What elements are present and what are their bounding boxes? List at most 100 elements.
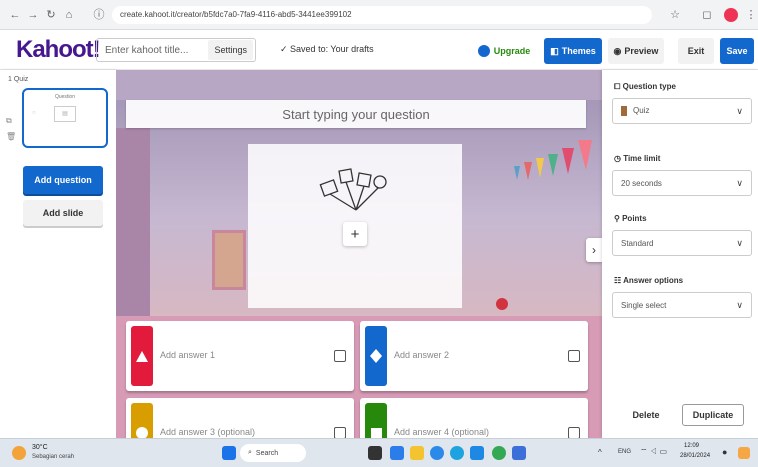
- browser-icon[interactable]: [450, 446, 464, 460]
- duplicate-button[interactable]: Duplicate: [682, 404, 744, 426]
- chevron-down-icon: ∨: [736, 105, 743, 116]
- room-board: [212, 230, 246, 290]
- kahoot-header: Kahoot! Enter kahoot title... Settings ✓…: [0, 30, 758, 70]
- add-question-button[interactable]: Add question: [23, 166, 103, 194]
- clock-icon: ◷: [614, 154, 624, 163]
- answer-options-icon: ☷: [614, 276, 624, 285]
- tray-chevron-icon[interactable]: ^: [598, 448, 602, 457]
- profile-avatar[interactable]: [724, 8, 738, 22]
- preview-button[interactable]: ◉ Preview: [608, 38, 664, 64]
- check-icon: ✓: [280, 44, 291, 54]
- reload-icon[interactable]: ↻: [44, 8, 58, 22]
- answer-image-icon[interactable]: [334, 350, 346, 362]
- points-select[interactable]: Standard ∨: [612, 230, 752, 256]
- answer-option-4[interactable]: Add answer 4 (optional): [360, 398, 588, 438]
- upgrade-button[interactable]: Upgrade: [474, 38, 534, 64]
- points-label: ⚲ Points: [614, 214, 647, 223]
- collapse-panel-button[interactable]: ›: [586, 238, 602, 262]
- add-slide-button[interactable]: Add slide: [23, 200, 103, 226]
- preview-icon: ◉: [613, 45, 622, 56]
- save-button[interactable]: Save: [720, 38, 754, 64]
- forward-icon[interactable]: →: [26, 8, 40, 22]
- answer-image-icon[interactable]: [568, 350, 580, 362]
- question-type-icon: ⧠: [614, 82, 623, 91]
- task-view-icon[interactable]: [368, 446, 382, 460]
- delete-slide-icon[interactable]: 🗑: [6, 132, 16, 141]
- points-icon: ⚲: [614, 214, 623, 223]
- network-volume-icons[interactable]: ⌔ ◁ ▭: [640, 447, 667, 457]
- triangle-icon: [131, 326, 153, 386]
- room-ceiling: [116, 70, 602, 100]
- back-icon[interactable]: ←: [8, 8, 22, 22]
- answer-4-input[interactable]: Add answer 4 (optional): [394, 427, 489, 437]
- time-limit-label: ◷ Time limit: [614, 154, 661, 163]
- thumb-title: Question: [54, 94, 75, 100]
- store-icon[interactable]: [470, 446, 484, 460]
- kahoot-title-input[interactable]: Enter kahoot title... Settings: [96, 38, 256, 62]
- slide-thumbnail[interactable]: Question ▤ ○: [22, 88, 108, 148]
- weather-temp: 30°C: [32, 444, 48, 451]
- question-type-label: ⧠ Question type: [614, 82, 676, 91]
- browser-toolbar: ← → ↻ ⌂ ⓘ create.kahoot.it/creator/b5fdc…: [0, 0, 758, 30]
- upgrade-icon: [477, 45, 490, 57]
- widget-icon[interactable]: [738, 447, 750, 459]
- answer-option-2[interactable]: Add answer 2: [360, 321, 588, 391]
- answer-image-icon[interactable]: [334, 427, 346, 438]
- chrome-icon[interactable]: [492, 446, 506, 460]
- media-illustration-icon: [319, 168, 387, 211]
- windows-start-icon[interactable]: [222, 446, 236, 460]
- answer-option-1[interactable]: Add answer 1: [126, 321, 354, 391]
- app-icon[interactable]: [390, 446, 404, 460]
- diamond-icon: [365, 326, 387, 386]
- circle-icon: [131, 403, 153, 438]
- question-canvas: Start typing your question + Add answer …: [116, 70, 602, 438]
- apple-decoration: [496, 298, 508, 310]
- themes-icon: ◧: [550, 45, 559, 56]
- answer-3-input[interactable]: Add answer 3 (optional): [160, 427, 255, 437]
- settings-button[interactable]: Settings: [208, 40, 253, 60]
- answer-options-select[interactable]: Single select ∨: [612, 292, 752, 318]
- duplicate-slide-icon[interactable]: ⧉: [6, 116, 12, 126]
- settings-panel: ⧠ Question type Quiz ∨ ◷ Time limit 20 s…: [602, 70, 758, 438]
- answer-2-input[interactable]: Add answer 2: [394, 350, 449, 360]
- bookmark-star-icon[interactable]: ☆: [668, 8, 682, 22]
- edge-icon[interactable]: [430, 446, 444, 460]
- slide-index: 1 Quiz: [8, 76, 29, 83]
- extensions-icon[interactable]: ◻: [700, 8, 714, 22]
- windows-taskbar: 30°C Sebagian cerah ⌕ Search ^ ENG ⌔ ◁ ▭ …: [0, 438, 758, 467]
- address-bar[interactable]: create.kahoot.it/creator/b5fdc7a0-7fa9-4…: [112, 6, 652, 24]
- question-type-select[interactable]: Quiz ∨: [612, 98, 752, 124]
- clock-time: 12:09: [684, 443, 700, 449]
- chevron-down-icon: ∨: [736, 299, 743, 310]
- weather-icon[interactable]: [12, 446, 26, 460]
- room-bunting: [508, 130, 602, 200]
- notification-bell-icon[interactable]: ●: [722, 447, 727, 457]
- answer-option-3[interactable]: Add answer 3 (optional): [126, 398, 354, 438]
- taskbar-search[interactable]: ⌕ Search: [240, 444, 306, 462]
- slide-list-panel: 1 Quiz ⧉ 🗑 Question ▤ ○ Add question Add…: [0, 70, 116, 438]
- answer-image-icon[interactable]: [568, 427, 580, 438]
- chevron-down-icon: ∨: [736, 237, 743, 248]
- quiz-icon: [621, 106, 627, 116]
- mail-icon[interactable]: [512, 446, 526, 460]
- answer-1-input[interactable]: Add answer 1: [160, 350, 215, 360]
- clock-date: 28/01/2024: [680, 453, 711, 459]
- question-input[interactable]: Start typing your question: [126, 100, 586, 128]
- themes-button[interactable]: ◧ Themes: [544, 38, 602, 64]
- add-media-button[interactable]: +: [343, 222, 367, 246]
- chevron-down-icon: ∨: [736, 177, 743, 188]
- delete-button[interactable]: Delete: [624, 404, 668, 426]
- site-info-icon[interactable]: ⓘ: [92, 8, 106, 22]
- exit-button[interactable]: Exit: [678, 38, 714, 64]
- thumb-media-icon: ▤: [54, 106, 76, 122]
- home-icon[interactable]: ⌂: [62, 8, 76, 22]
- weather-desc: Sebagian cerah: [32, 454, 75, 460]
- language-indicator[interactable]: ENG: [618, 449, 631, 455]
- file-explorer-icon[interactable]: [410, 446, 424, 460]
- time-limit-select[interactable]: 20 seconds ∨: [612, 170, 752, 196]
- thumb-timer: ○: [32, 110, 36, 116]
- kahoot-logo[interactable]: Kahoot!: [16, 36, 101, 64]
- save-status: ✓ Saved to: Your drafts: [280, 44, 374, 54]
- browser-menu-icon[interactable]: ⋮: [744, 8, 758, 22]
- media-upload-area[interactable]: +: [248, 144, 462, 308]
